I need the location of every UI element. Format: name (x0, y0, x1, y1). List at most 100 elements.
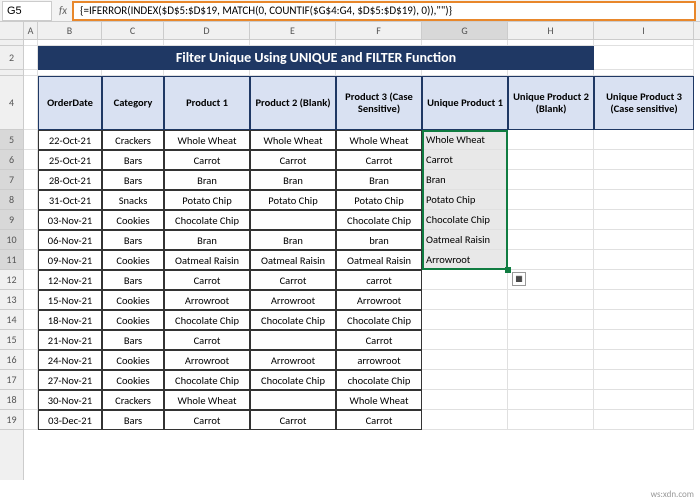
cell-product2[interactable]: Oatmeal Raisin (250, 250, 336, 270)
cell[interactable] (24, 310, 38, 330)
cell[interactable] (24, 370, 38, 390)
cell-orderdate[interactable]: 09-Nov-21 (38, 250, 102, 270)
col-header-i[interactable]: I (594, 22, 694, 39)
cell-orderdate[interactable]: 18-Nov-21 (38, 310, 102, 330)
cell-product1[interactable]: Bran (164, 170, 250, 190)
cell[interactable] (24, 150, 38, 170)
header-unique2[interactable]: Unique Product 2 (Blank) (508, 76, 594, 130)
cell-category[interactable]: Snacks (102, 190, 164, 210)
cell-unique1[interactable]: Oatmeal Raisin (422, 230, 508, 250)
row-header-11[interactable]: 11 (0, 250, 23, 270)
cell-orderdate[interactable]: 21-Nov-21 (38, 330, 102, 350)
cell-unique2[interactable] (508, 370, 594, 390)
cell-unique3[interactable] (594, 150, 694, 170)
cell-product1[interactable]: Chocolate Chip (164, 210, 250, 230)
cell-product1[interactable]: Carrot (164, 270, 250, 290)
col-header-c[interactable]: C (102, 22, 164, 39)
cell-unique3[interactable] (594, 210, 694, 230)
cell-unique2[interactable] (508, 150, 594, 170)
cell-product2[interactable]: Bran (250, 170, 336, 190)
cell[interactable] (24, 250, 38, 270)
header-category[interactable]: Category (102, 76, 164, 130)
cell[interactable] (24, 410, 38, 430)
cell-unique2[interactable] (508, 310, 594, 330)
cell-unique2[interactable] (508, 330, 594, 350)
cell-orderdate[interactable]: 12-Nov-21 (38, 270, 102, 290)
cell-product1[interactable]: Whole Wheat (164, 390, 250, 410)
cell-category[interactable]: Bars (102, 170, 164, 190)
cell-product1[interactable]: Whole Wheat (164, 130, 250, 150)
cell[interactable] (24, 270, 38, 290)
autofill-options-button[interactable]: ▦ (512, 272, 526, 286)
cell-product1[interactable]: Carrot (164, 410, 250, 430)
cell-product3[interactable]: Oatmeal Raisin (336, 250, 422, 270)
cell-product3[interactable]: Bran (336, 170, 422, 190)
cell-category[interactable]: Cookies (102, 350, 164, 370)
cell-unique2[interactable] (508, 210, 594, 230)
cell-unique3[interactable] (594, 330, 694, 350)
cell-unique2[interactable] (508, 190, 594, 210)
cell-unique1[interactable]: Arrowroot (422, 250, 508, 270)
cell-unique1[interactable]: Potato Chip (422, 190, 508, 210)
cell-unique2[interactable] (508, 290, 594, 310)
title-cell[interactable]: Filter Unique Using UNIQUE and FILTER Fu… (38, 46, 594, 70)
cell-category[interactable]: Cookies (102, 210, 164, 230)
cell-product2[interactable] (250, 390, 336, 410)
cell-product3[interactable]: bran (336, 230, 422, 250)
cell-orderdate[interactable]: 22-Oct-21 (38, 130, 102, 150)
cell-product1[interactable]: Arrowroot (164, 350, 250, 370)
cell-orderdate[interactable]: 03-Dec-21 (38, 410, 102, 430)
cell[interactable] (24, 130, 38, 150)
cell-product2[interactable]: Whole Wheat (250, 130, 336, 150)
cell-product1[interactable]: Chocolate Chip (164, 310, 250, 330)
cell[interactable] (24, 46, 38, 70)
cell-product2[interactable]: Chocolate Chip (250, 310, 336, 330)
col-header-e[interactable]: E (250, 22, 336, 39)
cell-orderdate[interactable]: 24-Nov-21 (38, 350, 102, 370)
col-header-g[interactable]: G (422, 22, 508, 39)
cell-unique1[interactable] (422, 370, 508, 390)
cell[interactable] (24, 390, 38, 410)
cell[interactable] (24, 170, 38, 190)
col-header-f[interactable]: F (336, 22, 422, 39)
cell-product3[interactable]: Carrot (336, 410, 422, 430)
cell-product2[interactable]: Arrowroot (250, 290, 336, 310)
cell-product2[interactable]: Carrot (250, 270, 336, 290)
cell-product3[interactable]: chocolate Chip (336, 370, 422, 390)
fill-handle[interactable] (505, 267, 511, 273)
cell-product3[interactable]: carrot (336, 270, 422, 290)
cell-unique1[interactable]: Whole Wheat (422, 130, 508, 150)
cell[interactable] (24, 76, 38, 130)
cell-orderdate[interactable]: 30-Nov-21 (38, 390, 102, 410)
cell-orderdate[interactable]: 28-Oct-21 (38, 170, 102, 190)
formula-bar[interactable]: {=IFERROR(INDEX($D$5:$D$19, MATCH(0, COU… (72, 1, 696, 21)
cell-unique3[interactable] (594, 410, 694, 430)
cell-product2[interactable]: Carrot (250, 150, 336, 170)
cell-unique2[interactable] (508, 390, 594, 410)
cell-unique2[interactable] (508, 130, 594, 150)
cell-unique3[interactable] (594, 370, 694, 390)
cell-category[interactable]: Crackers (102, 130, 164, 150)
cell-product1[interactable]: Carrot (164, 330, 250, 350)
cell-product1[interactable]: Potato Chip (164, 190, 250, 210)
grid-area[interactable]: Filter Unique Using UNIQUE and FILTER Fu… (24, 40, 700, 480)
col-header-h[interactable]: H (508, 22, 594, 39)
cell-unique3[interactable] (594, 390, 694, 410)
cell-product3[interactable]: Whole Wheat (336, 390, 422, 410)
cell-category[interactable]: Cookies (102, 290, 164, 310)
cell-category[interactable]: Bars (102, 410, 164, 430)
cell-product1[interactable]: Carrot (164, 150, 250, 170)
cell-product2[interactable]: Potato Chip (250, 190, 336, 210)
cell-category[interactable]: Cookies (102, 250, 164, 270)
cell-category[interactable]: Cookies (102, 310, 164, 330)
cell-unique1[interactable]: Carrot (422, 150, 508, 170)
cell-product2[interactable]: Chocolate Chip (250, 370, 336, 390)
cell-orderdate[interactable]: 06-Nov-21 (38, 230, 102, 250)
cell[interactable] (24, 330, 38, 350)
name-box[interactable] (2, 1, 52, 21)
row-header-13[interactable]: 13 (0, 290, 23, 310)
row-header-17[interactable]: 17 (0, 370, 23, 390)
row-header-4[interactable]: 4 (0, 76, 23, 130)
header-product3[interactable]: Product 3 (Case Sensitive) (336, 76, 422, 130)
cell-category[interactable]: Crackers (102, 390, 164, 410)
